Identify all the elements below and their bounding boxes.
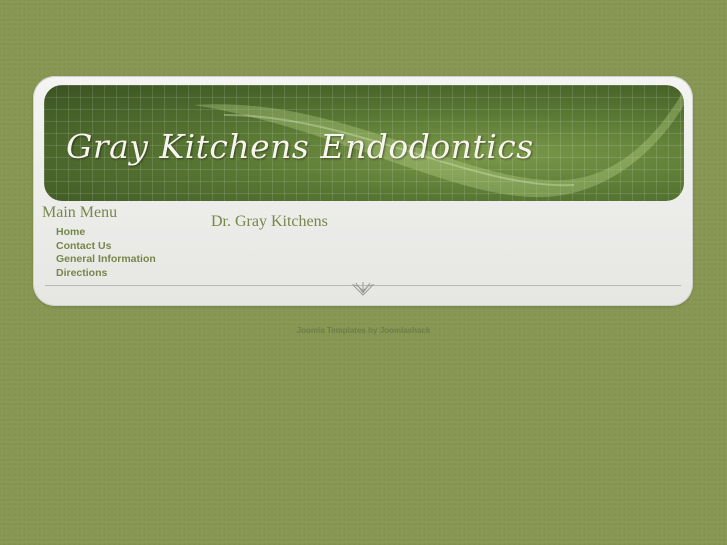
- footer-credit-link[interactable]: Joomla Templates by Joomlashack: [0, 326, 727, 335]
- menu-item-general-information[interactable]: General Information: [56, 253, 192, 267]
- main-menu: Main Menu Home Contact Us General Inform…: [42, 204, 192, 280]
- main-menu-title: Main Menu: [42, 204, 118, 221]
- site-title[interactable]: Gray Kitchens Endodontics: [66, 127, 534, 166]
- page-title: Dr. Gray Kitchens: [211, 213, 328, 230]
- header-banner: Gray Kitchens Endodontics: [44, 85, 684, 201]
- main-menu-list: Home Contact Us General Information Dire…: [42, 226, 192, 280]
- page-container: Gray Kitchens Endodontics Main Menu Home…: [33, 76, 693, 306]
- menu-item-directions[interactable]: Directions: [56, 267, 192, 281]
- menu-item-contact-us[interactable]: Contact Us: [56, 240, 192, 254]
- menu-item-home[interactable]: Home: [56, 226, 192, 240]
- leaf-ornament-icon: [351, 282, 375, 296]
